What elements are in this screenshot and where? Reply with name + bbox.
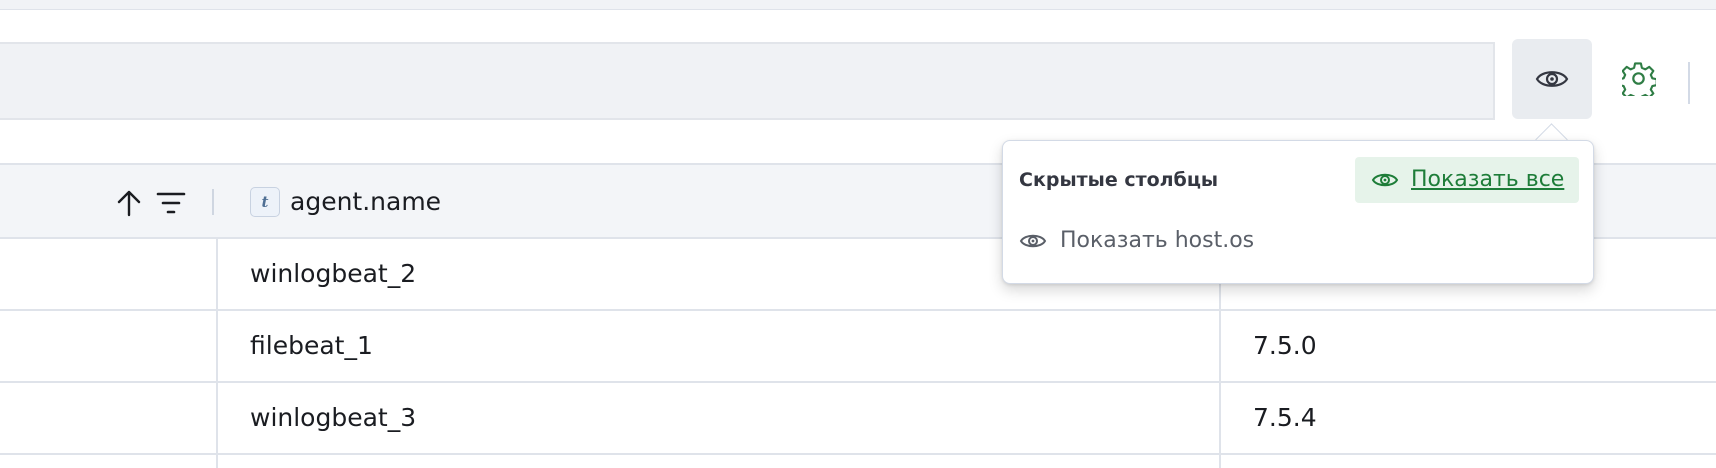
eye-icon — [1019, 234, 1047, 248]
column-divider — [216, 239, 218, 468]
column-visibility-button[interactable] — [1512, 39, 1592, 119]
popover-title: Скрытые столбцы — [1019, 169, 1219, 191]
gear-icon — [1622, 62, 1656, 96]
settings-button[interactable] — [1618, 58, 1660, 100]
table-cell-agent-name: filebeat_1 — [250, 331, 373, 360]
top-strip — [0, 0, 1716, 10]
hidden-columns-popover: Скрытые столбцы Показать все Показать ho… — [1002, 140, 1594, 284]
table-cell-agent-name: winlogbeat_3 — [250, 403, 417, 432]
table-cell-version: 7.5.0 — [1253, 331, 1317, 360]
column-header-agent-name[interactable]: agent.name — [290, 186, 441, 218]
show-all-button[interactable]: Показать все — [1355, 157, 1579, 203]
eye-icon — [1535, 71, 1569, 87]
column-type-badge: t — [250, 187, 280, 217]
toolbar-divider — [1688, 62, 1690, 104]
table-cell-version: 7.5.4 — [1253, 403, 1317, 432]
search-bar[interactable] — [0, 42, 1495, 120]
eye-icon — [1371, 173, 1399, 187]
show-all-label: Показать все — [1411, 167, 1565, 192]
show-column-host-os[interactable]: Показать host.os — [1019, 223, 1254, 259]
arrow-up-icon[interactable] — [112, 188, 146, 218]
header-divider — [212, 189, 214, 215]
show-column-label: Показать host.os — [1060, 228, 1255, 253]
filter-icon[interactable] — [154, 190, 188, 216]
table-cell-agent-name: winlogbeat_2 — [250, 259, 417, 288]
